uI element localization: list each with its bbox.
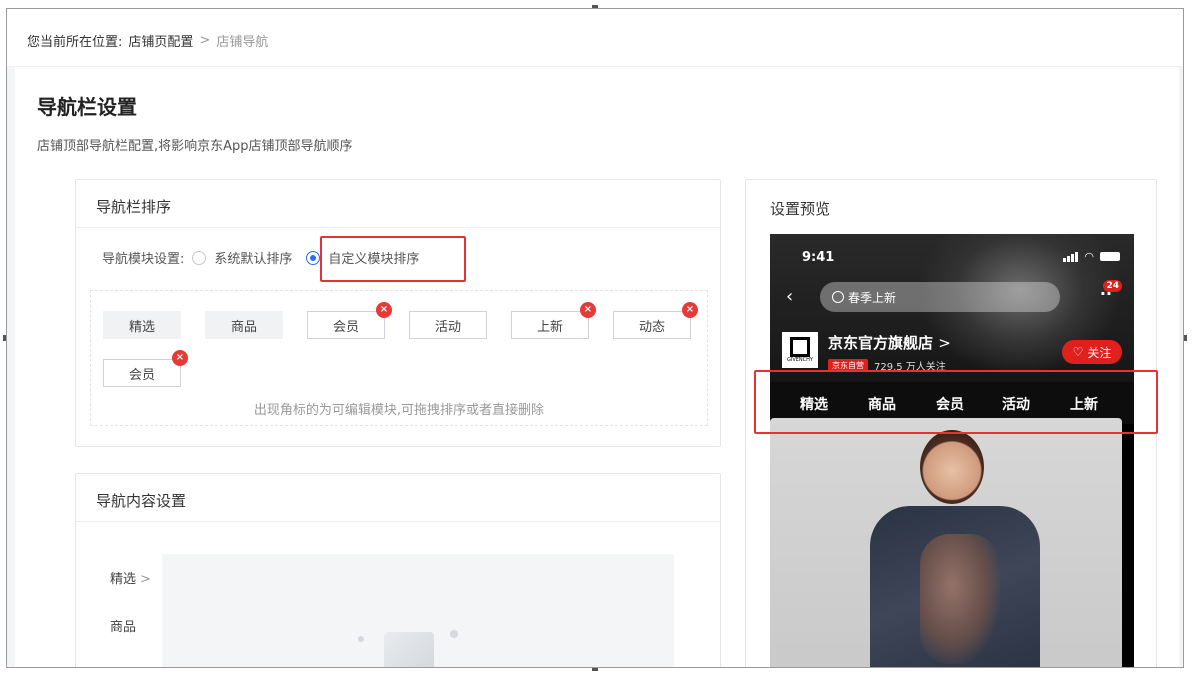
delete-badge-icon[interactable]: × [580,302,596,318]
nav-tag-editable[interactable]: 动态 × [613,302,698,339]
chevron-right-icon: > [140,572,152,587]
store-name[interactable]: 京东官方旗舰店 > [828,332,951,353]
heart-icon: ♡ [1072,345,1084,359]
nav-tag-label: 上新 [536,319,563,335]
dot-decoration-icon [358,636,364,642]
store-logo[interactable]: GIVENCHY [782,332,818,368]
top-bar: 您当前所在位置: 店铺页配置 > 店铺导航 [7,9,1183,67]
givenchy-logo-icon [790,337,810,357]
nav-tag-editable[interactable]: 会员 × [307,302,392,339]
nav-sort-card: 导航栏排序 导航模块设置: 系统默认排序 自定义模块排序 精选 商品 会员 × 活… [75,179,721,447]
dot-decoration-icon [450,630,458,638]
page-description: 店铺顶部导航栏配置,将影响京东App店铺顶部导航顺序 [37,139,353,154]
content-nav-item[interactable]: 精选 > [110,568,151,587]
more-menu-icon[interactable]: ·· 24 [1100,280,1122,303]
nav-content-card-title: 导航内容设置 [76,474,720,522]
nav-tag[interactable]: 精选 [103,311,181,339]
search-placeholder: 春季上新 [848,290,897,305]
nav-tag-area: 精选 商品 会员 × 活动 上新 × 动态 × 会员 × 出现角标的为可编辑模块,可拖拽… [90,290,708,426]
nav-tag-label: 精选 [128,319,155,335]
preview-card: 设置预览 9:41 ◠ ‹ 春季上新 ·· 24 GIVENCHY 京东官方旗舰店… [745,179,1158,667]
drag-hint: 出现角标的为可编辑模块,可拖拽排序或者直接删除 [253,403,545,418]
left-gutter [7,67,15,667]
status-icons: ◠ [1063,250,1120,263]
content-nav-item-label: 商品 [110,620,137,635]
store-chevron-icon: > [938,334,951,352]
screenshot-frame: 您当前所在位置: 店铺页配置 > 店铺导航 导航栏设置 店铺顶部导航栏配置,将影… [6,8,1184,668]
radio-default-sort[interactable] [192,250,207,265]
breadcrumb-parent[interactable]: 店铺页配置 [128,31,193,50]
nav-content-card: 导航内容设置 精选 > 商品 活动 [75,473,721,667]
breadcrumb-current: 店铺导航 [216,35,269,50]
store-search-input[interactable]: 春季上新 [820,282,1060,312]
follow-label: 关注 [1087,345,1112,360]
delete-badge-icon[interactable]: × [376,302,392,318]
store-name-text: 京东官方旗舰店 [828,334,934,352]
radio-default-sort-label[interactable]: 系统默认排序 [214,248,292,267]
message-count-badge: 24 [1103,280,1122,292]
breadcrumb: 您当前所在位置: 店铺页配置 > 店铺导航 [27,31,268,50]
nav-tag-label: 商品 [230,319,257,335]
follow-button[interactable]: ♡ 关注 [1062,340,1122,364]
nav-sort-card-title: 导航栏排序 [76,180,720,228]
phone-preview: 9:41 ◠ ‹ 春季上新 ·· 24 GIVENCHY 京东官方旗舰店 > 京东… [770,234,1134,667]
wifi-icon: ◠ [1084,250,1094,263]
status-time: 9:41 [802,250,835,265]
content-empty-placeholder [162,554,674,667]
content-nav-item-label: 精选 [110,572,137,587]
search-icon [832,291,844,303]
module-setting-label: 导航模块设置: [102,252,185,267]
delete-badge-icon[interactable]: × [172,350,188,366]
nav-tag-label: 活动 [434,319,461,335]
delete-badge-icon[interactable]: × [682,302,698,318]
page-title: 导航栏设置 [37,95,137,119]
content-nav-item[interactable]: 活动 [110,664,136,667]
nav-tag-editable[interactable]: 会员 × [103,350,188,387]
content-nav-item[interactable]: 商品 [110,616,136,635]
radio-custom-sort[interactable] [306,250,321,265]
dress-print-pattern [920,534,1000,664]
battery-icon [1100,252,1120,261]
breadcrumb-separator: > [199,33,211,48]
logo-text: GIVENCHY [787,357,813,363]
nav-tag[interactable]: 商品 [205,311,283,339]
nav-tag[interactable]: 活动 [409,311,487,339]
nav-tag-editable[interactable]: 上新 × [511,302,596,339]
signal-icon [1063,251,1079,262]
breadcrumb-prefix: 您当前所在位置: [27,35,123,50]
preview-card-title: 设置预览 [770,200,831,218]
right-gutter [1179,67,1183,667]
highlight-store-nav [754,370,1158,434]
back-arrow-icon[interactable]: ‹ [786,286,793,307]
highlight-custom-sort [320,236,466,282]
nav-tag-label: 动态 [638,319,665,335]
empty-box-icon [384,632,434,667]
nav-tag-label: 会员 [332,319,359,335]
model-head-image [920,430,984,504]
nav-tag-label: 会员 [128,367,155,383]
